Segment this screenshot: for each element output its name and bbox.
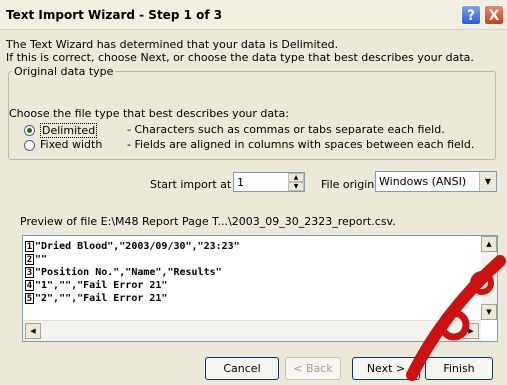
file-origin-select[interactable]: Windows (ANSI) ▼ — [375, 171, 497, 192]
spinner-up-icon[interactable]: ▲ — [288, 173, 304, 182]
preview-line: 1 "Dried Blood","2003/09/30","23:23" — [25, 240, 240, 253]
fixed-width-description: - Fields are aligned in columns with spa… — [127, 138, 475, 151]
next-button[interactable]: Next > — [352, 357, 420, 380]
start-import-row-spinner[interactable]: 1 ▲ ▼ — [233, 172, 305, 192]
spinner-down-icon[interactable]: ▼ — [288, 182, 304, 191]
title-bar[interactable]: Text Import Wizard - Step 1 of 3 ? X — [0, 0, 507, 30]
help-button[interactable]: ? — [461, 5, 481, 25]
preview-line-number: 4 — [25, 280, 34, 291]
preview-line: 5 "2","","Fail Error 21" — [25, 292, 240, 305]
cancel-button[interactable]: Cancel — [205, 357, 279, 380]
dropdown-arrow-icon[interactable]: ▼ — [479, 172, 496, 191]
start-import-row-value[interactable]: 1 — [237, 176, 244, 189]
preview-label: Preview of file E:\M48 Report Page T...\… — [20, 215, 396, 228]
preview-line-text: "2","","Fail Error 21" — [35, 293, 168, 304]
preview-line-number: 1 — [25, 241, 34, 252]
preview-line-text: "" — [35, 254, 48, 265]
file-origin-value[interactable]: Windows (ANSI) — [379, 175, 466, 188]
delimited-description: - Characters such as commas or tabs sepa… — [127, 123, 445, 136]
preview-lines: 1 "Dried Blood","2003/09/30","23:23" 2 "" … — [25, 240, 240, 305]
original-data-type-legend: Original data type — [12, 65, 116, 78]
delimited-radio[interactable] — [24, 125, 35, 136]
fixed-width-radio[interactable] — [24, 140, 35, 151]
text-import-wizard-dialog: Text Import Wizard - Step 1 of 3 ? X The… — [0, 0, 507, 385]
preview-line-text: "1","","Fail Error 21" — [35, 280, 168, 291]
preview-line-number: 5 — [25, 293, 34, 304]
scroll-right-icon[interactable]: ▶ — [463, 323, 479, 339]
delimited-label[interactable]: Delimited — [40, 123, 98, 138]
preview-line-text: "Dried Blood","2003/09/30","23:23" — [35, 241, 240, 252]
window-title: Text Import Wizard - Step 1 of 3 — [6, 8, 223, 22]
file-origin-label: File origin: — [321, 178, 378, 191]
preview-line-text: "Position No.","Name","Results" — [35, 267, 222, 278]
back-button[interactable]: < Back — [285, 357, 341, 380]
intro-text-line-2: If this is correct, choose Next, or choo… — [6, 51, 474, 64]
preview-line: 4 "1","","Fail Error 21" — [25, 279, 240, 292]
close-button[interactable]: X — [484, 5, 504, 25]
fixed-width-label[interactable]: Fixed width — [40, 138, 102, 151]
file-preview-pane[interactable]: 1 "Dried Blood","2003/09/30","23:23" 2 "" … — [22, 235, 498, 342]
file-type-prompt: Choose the file type that best describes… — [9, 107, 289, 120]
intro-text-line-1: The Text Wizard has determined that your… — [6, 38, 339, 51]
scroll-down-icon[interactable]: ▼ — [481, 304, 497, 320]
scroll-left-icon[interactable]: ◀ — [25, 323, 41, 339]
finish-button[interactable]: Finish — [425, 357, 493, 380]
preview-line-number: 2 — [25, 254, 34, 265]
preview-horizontal-scrollbar[interactable]: ◀ ▶ — [23, 320, 481, 341]
preview-line: 2 "" — [25, 253, 240, 266]
preview-line: 3 "Position No.","Name","Results" — [25, 266, 240, 279]
preview-vertical-scrollbar[interactable]: ▲ ▼ — [481, 236, 497, 320]
preview-line-number: 3 — [25, 267, 34, 278]
scroll-up-icon[interactable]: ▲ — [481, 236, 497, 252]
